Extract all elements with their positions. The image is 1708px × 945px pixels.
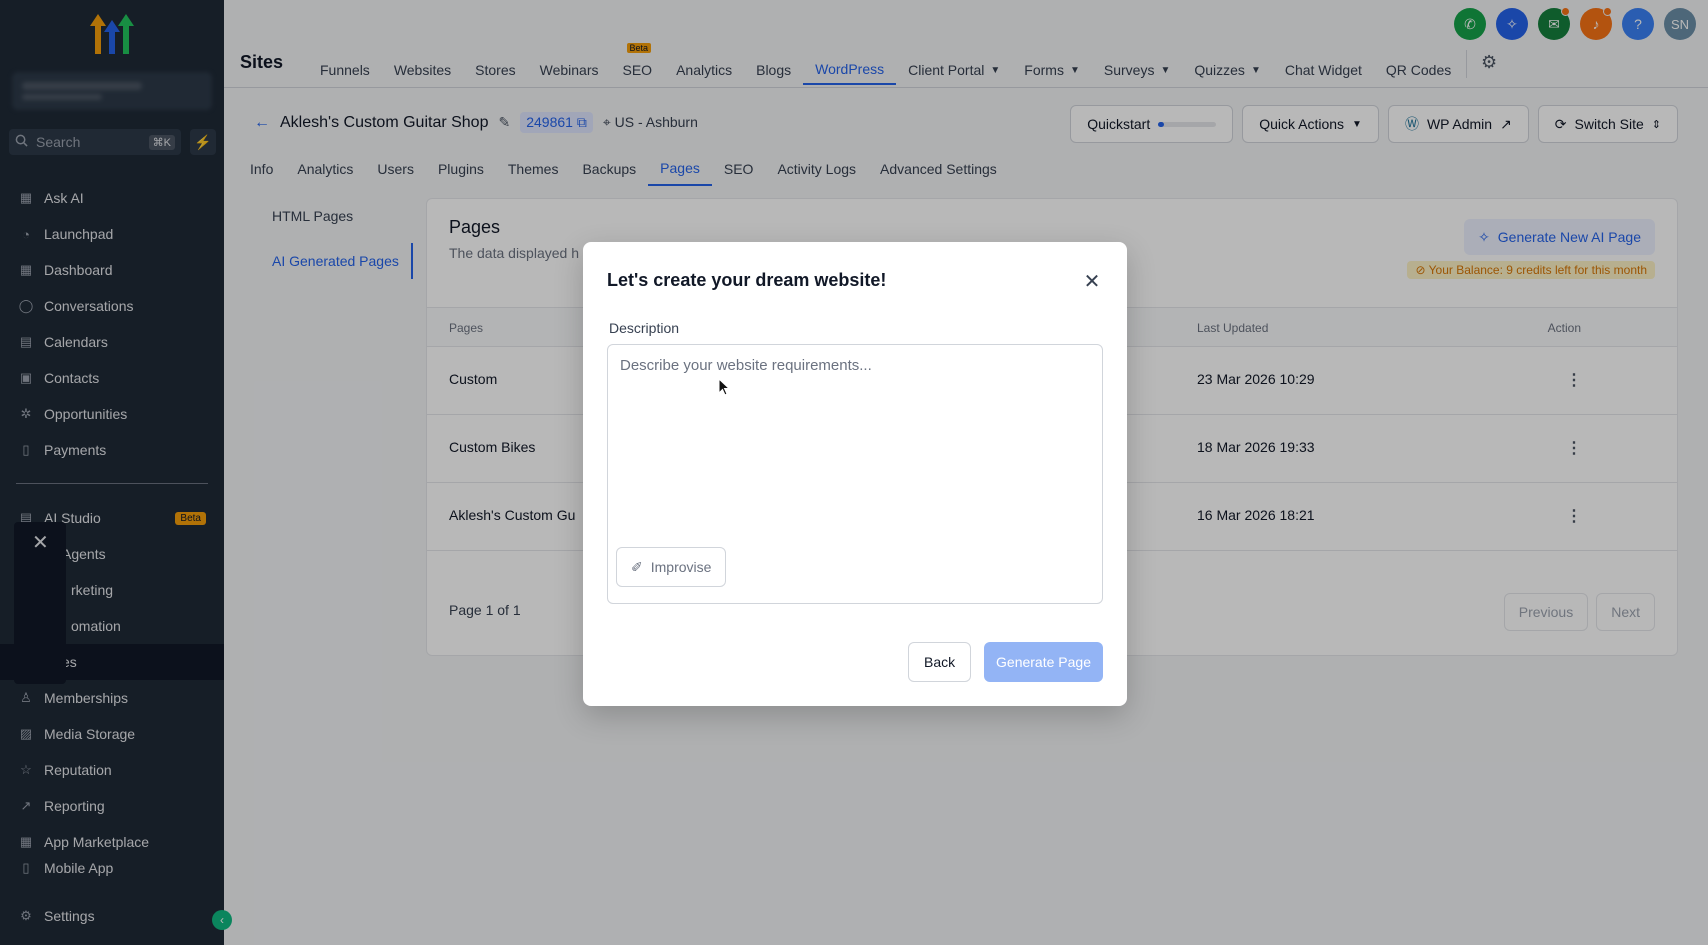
create-website-modal: Let's create your dream website! ✕ Descr… (583, 242, 1127, 706)
back-button[interactable]: Back (908, 642, 972, 682)
modal-title: Let's create your dream website! (607, 270, 887, 290)
description-label: Description (609, 320, 680, 336)
mouse-cursor-icon (718, 378, 730, 396)
improvise-button[interactable]: ✐ Improvise (616, 547, 727, 587)
magic-wand-icon: ✐ (631, 558, 643, 575)
generate-page-button[interactable]: Generate Page (984, 642, 1103, 682)
close-icon[interactable]: ✕ (1081, 270, 1103, 293)
